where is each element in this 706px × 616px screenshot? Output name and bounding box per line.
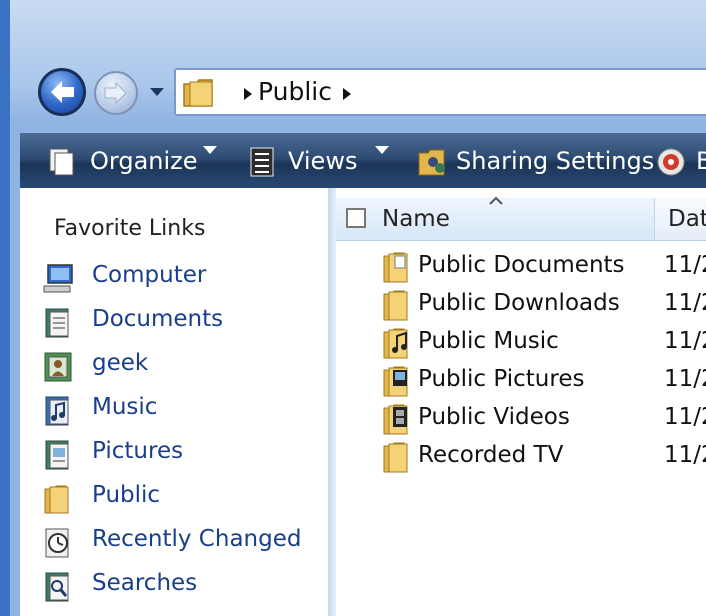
breadcrumb-arrow-icon[interactable] — [341, 86, 353, 102]
file-name: Public Videos — [418, 404, 570, 430]
select-all-checkbox[interactable] — [346, 208, 366, 228]
forward-button[interactable] — [94, 71, 138, 115]
file-date: 11/2 — [664, 328, 706, 354]
back-button[interactable] — [38, 68, 86, 116]
sidebar-item-computer[interactable]: Computer — [42, 260, 322, 300]
chevron-down-icon — [203, 146, 217, 154]
folder-videos-icon — [383, 404, 408, 435]
views-icon — [250, 147, 274, 177]
sidebar-item-label: Pictures — [92, 438, 184, 464]
file-date: 11/2 — [664, 252, 706, 278]
navigation-bar: Public — [20, 60, 706, 124]
file-name: Public Downloads — [418, 290, 620, 316]
file-row[interactable]: Public Pictures 11/2 — [336, 364, 706, 402]
sidebar-item-label: Recently Changed — [92, 526, 302, 552]
file-name: Recorded TV — [418, 442, 564, 468]
folder-pictures-icon — [383, 366, 408, 397]
file-date: 11/2 — [664, 290, 706, 316]
column-header-date[interactable]: Date — [668, 206, 706, 232]
recently-changed-icon — [45, 528, 69, 558]
searches-icon — [45, 572, 69, 602]
back-arrow-icon — [51, 81, 74, 103]
sidebar-item-label: Searches — [92, 570, 198, 596]
organize-icon — [49, 148, 74, 176]
breadcrumb-location[interactable]: Public — [258, 77, 332, 106]
sidebar-item-searches[interactable]: Searches — [42, 568, 322, 608]
sidebar-item-public[interactable]: Public — [42, 480, 322, 520]
address-bar[interactable]: Public — [174, 68, 706, 116]
folder-icon — [383, 442, 408, 473]
column-header-name[interactable]: Name — [336, 196, 655, 240]
file-date: 11/2 — [664, 442, 706, 468]
folder-icon — [44, 485, 69, 514]
file-row[interactable]: Public Videos 11/2 — [336, 402, 706, 440]
command-toolbar: Organize Views Sharing Settings B — [20, 132, 706, 189]
user-folder-icon — [44, 352, 72, 382]
sharing-settings-button[interactable]: Sharing Settings — [416, 145, 654, 179]
explorer-window: Public Organize Views Sharing Settings B… — [0, 0, 706, 616]
file-date: 11/2 — [664, 366, 706, 392]
breadcrumb-arrow-icon[interactable] — [242, 86, 254, 102]
column-header-row: Name Date — [336, 196, 706, 241]
file-row[interactable]: Public Downloads 11/2 — [336, 288, 706, 326]
sidebar-item-geek[interactable]: geek — [42, 348, 322, 388]
file-name: Public Documents — [418, 252, 625, 278]
favorite-links-heading: Favorite Links — [54, 216, 206, 241]
chevron-down-icon — [375, 146, 389, 154]
chevron-down-icon[interactable] — [148, 86, 166, 98]
sidebar-item-label: Music — [92, 394, 158, 420]
forward-arrow-icon — [104, 81, 127, 105]
burn-disc-icon — [657, 148, 685, 176]
folder-icon — [183, 79, 213, 107]
sidebar-item-recently-changed[interactable]: Recently Changed — [42, 524, 322, 564]
navigation-pane: Favorite Links Computer Documents geek M… — [20, 188, 328, 616]
sidebar-item-label: Public — [92, 482, 161, 508]
views-button[interactable]: Views — [246, 145, 396, 179]
sidebar-item-pictures[interactable]: Pictures — [42, 436, 322, 476]
sort-ascending-icon — [489, 196, 503, 205]
sidebar-item-label: geek — [92, 350, 149, 376]
folder-music-icon — [383, 328, 408, 359]
file-row[interactable]: Public Documents 11/2 — [336, 250, 706, 288]
column-header-name-label: Name — [382, 206, 450, 232]
sidebar-item-label: Computer — [92, 262, 207, 288]
sharing-settings-label: Sharing Settings — [456, 147, 655, 175]
sidebar-item-music[interactable]: Music — [42, 392, 322, 432]
documents-icon — [45, 308, 69, 338]
music-icon — [45, 396, 69, 426]
organize-button[interactable]: Organize — [46, 145, 226, 179]
file-name: Public Pictures — [418, 366, 585, 392]
file-row[interactable]: Recorded TV 11/2 — [336, 440, 706, 478]
file-name: Public Music — [418, 328, 559, 354]
organize-label: Organize — [90, 147, 198, 175]
folder-documents-icon — [383, 252, 408, 283]
folder-icon — [383, 290, 408, 321]
sidebar-item-label: Documents — [92, 306, 224, 332]
file-row[interactable]: Public Music 11/2 — [336, 326, 706, 364]
views-label: Views — [288, 147, 358, 175]
burn-label: B — [696, 147, 706, 175]
pane-splitter[interactable] — [328, 188, 336, 616]
sharing-icon — [418, 149, 445, 176]
pictures-icon — [45, 440, 69, 470]
sidebar-item-documents[interactable]: Documents — [42, 304, 322, 344]
file-list: Name Date Public Documents 11/2 Public D… — [336, 188, 706, 616]
burn-button[interactable]: B — [656, 145, 706, 179]
file-date: 11/2 — [664, 404, 706, 430]
computer-icon — [43, 264, 73, 293]
